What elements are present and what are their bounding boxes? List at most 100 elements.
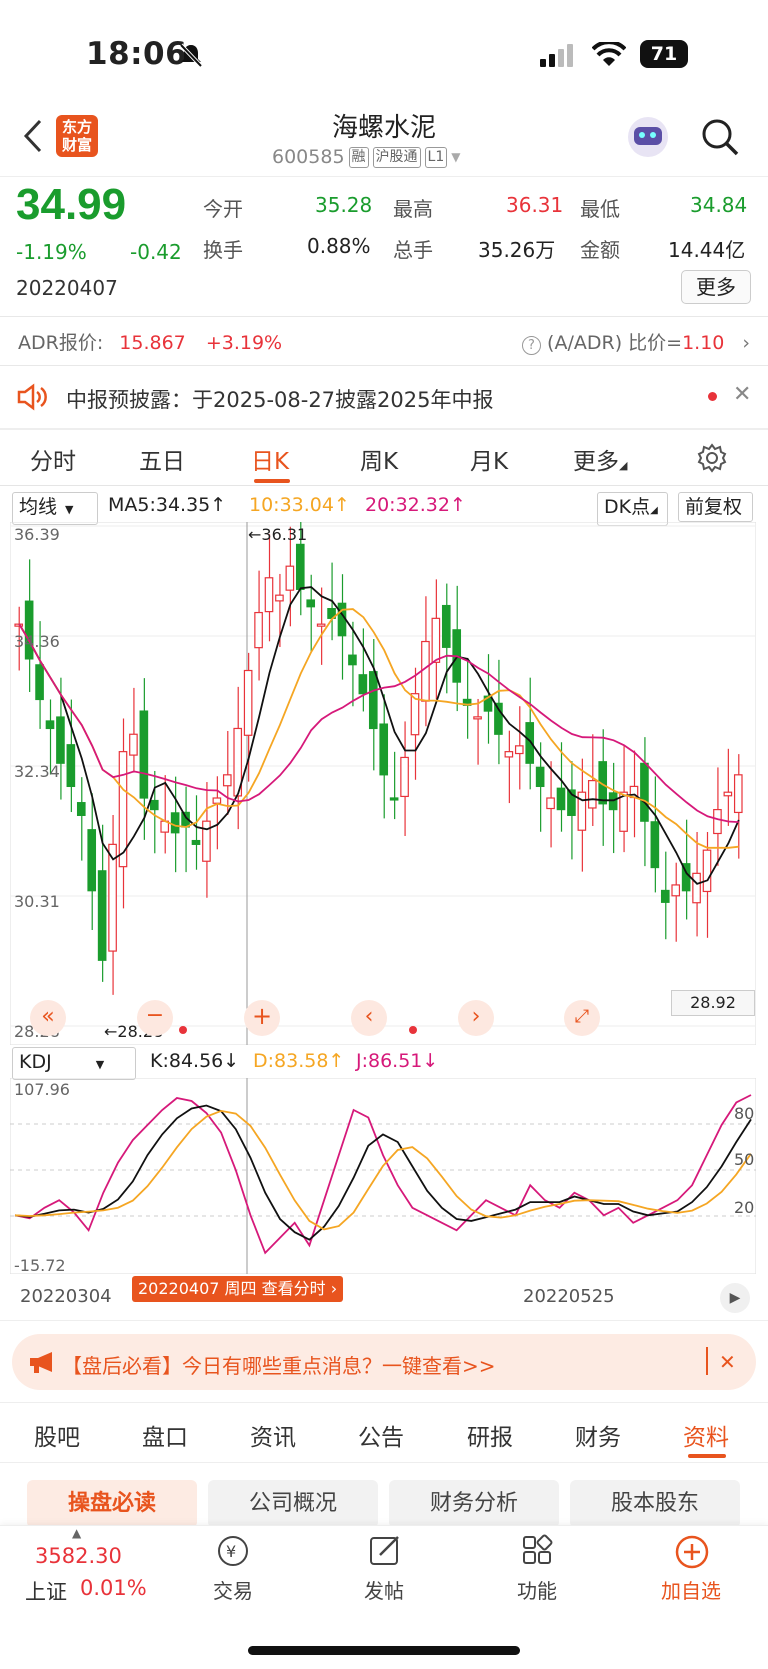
tab-more[interactable]: 更多◢: [573, 442, 627, 476]
divider: [0, 316, 768, 317]
kdj-select-label: KDJ: [19, 1051, 52, 1073]
tag-margin: 融: [348, 146, 369, 168]
marker-dot: [179, 1026, 187, 1034]
close-icon[interactable]: ✕: [733, 382, 751, 407]
candle-body: [337, 602, 347, 637]
candle-body: [504, 751, 514, 758]
tab-announcements[interactable]: 公告: [358, 1418, 404, 1452]
tab-monthly-k[interactable]: 月K: [470, 442, 508, 476]
marker-dot: [409, 1026, 417, 1034]
banner-close-icon[interactable]: ✕: [719, 1350, 736, 1374]
tag-hk-connect: 沪股通: [372, 146, 421, 168]
kdj-y-top: 107.96: [14, 1080, 70, 1099]
scroll-right-icon[interactable]: ›: [458, 1000, 494, 1036]
kdj-k-label: K:84.56↓: [150, 1050, 240, 1072]
search-icon[interactable]: [700, 117, 740, 157]
adjust-button[interactable]: 前复权: [678, 492, 753, 522]
robot-avatar-icon[interactable]: [628, 117, 668, 157]
subtab-company-overview[interactable]: 公司概况: [208, 1480, 378, 1528]
more-quote-button[interactable]: 更多: [681, 270, 751, 304]
subtab-financial-analysis[interactable]: 财务分析: [389, 1480, 559, 1528]
candle-body: [671, 884, 681, 897]
candle-body: [431, 617, 441, 663]
candle-body: [358, 674, 368, 695]
adr-ratio[interactable]: ? (A/ADR) 比价=1.10 ›: [522, 328, 750, 355]
candle-body: [191, 839, 201, 845]
tab-intraday[interactable]: 分时: [30, 442, 76, 476]
kdj-chart[interactable]: [10, 1078, 756, 1274]
quote-date: 20220407: [16, 276, 118, 300]
change-amount: -0.42: [130, 240, 182, 264]
y-label-2: 34.36: [14, 632, 60, 651]
dk-point-button[interactable]: DK点◢: [597, 492, 668, 526]
candle-body: [295, 543, 305, 590]
kline-chart[interactable]: [10, 522, 756, 1045]
scroll-left-icon[interactable]: ‹: [351, 1000, 387, 1036]
ma20-label: 20:32.32↑: [365, 494, 466, 516]
candle-body: [619, 791, 628, 832]
kdj-select[interactable]: KDJ ▼: [12, 1047, 136, 1080]
kdj-j-label: J:86.51↓: [356, 1050, 439, 1072]
dk-point-label: DK点: [604, 496, 651, 518]
functions-grid-icon: [523, 1534, 553, 1564]
ma10-label: 10:33.04↑: [249, 494, 350, 516]
tab-profile[interactable]: 资料: [683, 1418, 729, 1452]
subtab-shareholders[interactable]: 股本股东: [570, 1480, 740, 1528]
candle-body: [702, 849, 712, 893]
tab-news[interactable]: 资讯: [250, 1418, 296, 1452]
candle-body: [421, 640, 430, 702]
kdj-frame: [10, 1078, 756, 1274]
kdj-y-bottom: -15.72: [14, 1256, 66, 1275]
banner-text: 【盘后必看】今日有哪些重点消息？一键查看>>: [62, 1354, 496, 1378]
tab-finance[interactable]: 财务: [575, 1418, 621, 1452]
post-edit-icon: [370, 1536, 399, 1565]
adr-pct: +3.19%: [205, 332, 283, 354]
fullscreen-icon[interactable]: ⤢: [564, 1000, 600, 1036]
bell-muted-icon: [179, 43, 203, 68]
indicator-select[interactable]: 均线 ▼: [12, 492, 98, 525]
scroll-left-fast-icon[interactable]: «: [30, 1000, 66, 1036]
play-icon[interactable]: ▶: [720, 1283, 750, 1313]
settings-gear-icon[interactable]: [697, 443, 727, 473]
turnover-value: 0.88%: [307, 234, 371, 258]
last-price-box: 28.92: [671, 990, 755, 1016]
adr-row[interactable]: ADR报价: 15.867 +3.19%: [18, 328, 282, 355]
nav-post[interactable]: 发帖: [364, 1575, 404, 1604]
candle-body: [640, 762, 649, 822]
tab-five-day[interactable]: 五日: [139, 442, 185, 476]
index-value[interactable]: 3582.30: [35, 1544, 122, 1568]
stock-subtitle[interactable]: 600585 融 沪股通 L1 ▼: [272, 146, 460, 168]
nav-trade[interactable]: 交易: [213, 1575, 253, 1604]
candle-body: [733, 774, 743, 814]
nav-functions[interactable]: 功能: [517, 1575, 557, 1604]
triangle-icon: ◢: [619, 459, 628, 472]
tab-forum[interactable]: 股吧: [34, 1418, 80, 1452]
battery-icon: 71: [640, 40, 688, 68]
change-percent: -1.19%: [16, 240, 87, 264]
candle-body: [285, 565, 295, 591]
svg-text:¥: ¥: [226, 1542, 236, 1561]
turnover-label: 换手: [203, 238, 243, 262]
tab-research[interactable]: 研报: [467, 1418, 513, 1452]
high-marker: ←36.31: [248, 525, 308, 544]
candle-body: [97, 870, 107, 961]
candle-body: [129, 733, 138, 756]
volume-value: 35.26万: [478, 238, 556, 262]
candle-body: [473, 716, 482, 720]
tab-orderbook[interactable]: 盘口: [142, 1418, 188, 1452]
candle-body: [243, 669, 253, 736]
nav-add-watchlist[interactable]: 加自选: [661, 1575, 721, 1604]
candle-body: [222, 774, 232, 787]
signal-icon: [540, 44, 573, 67]
cursor-date-button[interactable]: 20220407 周四 查看分时 ›: [132, 1276, 344, 1302]
candle-body: [56, 716, 65, 764]
candle-body: [400, 756, 409, 798]
zoom-in-icon[interactable]: +: [244, 1000, 280, 1036]
zoom-out-icon[interactable]: −: [137, 1000, 173, 1036]
tab-weekly-k[interactable]: 周K: [360, 442, 398, 476]
subtab-trading-guide[interactable]: 操盘必读: [27, 1480, 197, 1528]
tab-daily-k[interactable]: 日K: [251, 442, 289, 476]
divider: [706, 1347, 708, 1375]
y-label-top: 36.39: [14, 525, 60, 544]
candle-body: [713, 808, 722, 835]
